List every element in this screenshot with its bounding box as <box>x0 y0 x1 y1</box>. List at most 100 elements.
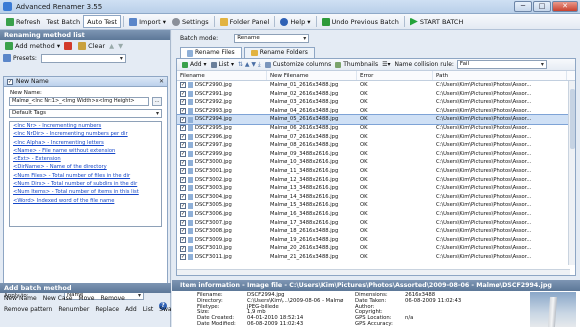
maximize-button[interactable]: □ <box>533 1 551 12</box>
row-checkbox[interactable]: ✓ <box>180 228 186 235</box>
remove-method-button[interactable] <box>62 41 76 52</box>
horizontal-scrollbar[interactable] <box>177 269 570 275</box>
tag-item[interactable]: <Ext> - Extension <box>10 155 161 163</box>
table-row[interactable]: ✓ DSCF2990.jpg Malmø_01_2616x3488.jpg OK C:\… <box>177 81 575 90</box>
refresh-button[interactable]: Refresh <box>3 15 44 28</box>
list-button[interactable]: List ▾ <box>209 60 236 70</box>
auto-test-toggle[interactable]: Auto Test <box>83 15 122 28</box>
batch-method-move[interactable]: Move <box>78 294 94 304</box>
tag-item[interactable]: <Inc NrDir> - Incrementing numbers per d… <box>10 130 161 138</box>
batch-method-add[interactable]: Add <box>125 305 137 315</box>
row-checkbox[interactable]: ✓ <box>180 245 186 252</box>
table-row[interactable]: ✓ DSCF3005.jpg Malmø_15_3488x2616.jpg OK C:\… <box>177 201 575 210</box>
table-row[interactable]: ✓ DSCF2992.jpg Malmø_03_2616x3488.jpg OK C:\… <box>177 98 575 107</box>
table-row[interactable]: ✓ DSCF2996.jpg Malmø_07_2616x3488.jpg OK C:\… <box>177 133 575 142</box>
method-title-bar[interactable]: ✓ New Name ✕ <box>4 77 167 87</box>
row-checkbox[interactable]: ✓ <box>180 82 186 89</box>
tags-dropdown[interactable]: Default Tags <box>9 109 162 118</box>
tab-rename-folders[interactable]: Rename Folders <box>243 47 315 58</box>
batch-method-new-name[interactable]: New Name <box>4 294 37 304</box>
move-up-button[interactable]: ▲ <box>107 41 116 52</box>
minimize-button[interactable]: ─ <box>514 1 532 12</box>
clear-button[interactable]: Clear <box>76 41 107 52</box>
row-checkbox[interactable]: ✓ <box>180 219 186 226</box>
settings-button[interactable]: Settings <box>169 15 212 28</box>
sort-button[interactable]: ⇅ ▲ ▼ ⤓ <box>236 60 263 70</box>
help-menu-button[interactable]: Help ▾ <box>277 15 313 28</box>
column-error[interactable]: Error <box>357 71 433 80</box>
batch-method-replace[interactable]: Replace <box>95 305 119 315</box>
batch-method-remove-pattern[interactable]: Remove pattern <box>4 305 52 315</box>
tag-item[interactable]: <Word> Indexed word of the file name <box>10 197 161 205</box>
tag-item[interactable]: <Inc Nr> - Incrementing numbers <box>10 122 161 130</box>
table-row[interactable]: ✓ DSCF2991.jpg Malmø_02_2616x3488.jpg OK C:\… <box>177 90 575 99</box>
tag-item[interactable]: <DirName> - Name of the directory <box>10 163 161 171</box>
table-row[interactable]: ✓ DSCF3007.jpg Malmø_17_3488x2616.jpg OK C:\… <box>177 219 575 228</box>
browse-button[interactable]: ... <box>152 97 162 106</box>
row-checkbox[interactable]: ✓ <box>180 116 186 123</box>
row-checkbox[interactable]: ✓ <box>180 142 186 149</box>
add-method-button[interactable]: Add method ▾ <box>3 41 62 52</box>
row-checkbox[interactable]: ✓ <box>180 159 186 166</box>
row-checkbox[interactable]: ✓ <box>180 185 186 192</box>
batch-method-remove[interactable]: Remove <box>100 294 124 304</box>
vertical-scrollbar[interactable] <box>568 81 575 265</box>
table-row[interactable]: ✓ DSCF3004.jpg Malmø_14_3488x2616.jpg OK C:\… <box>177 193 575 202</box>
method-enabled-checkbox[interactable]: ✓ <box>7 78 13 85</box>
column-filename[interactable]: Filename <box>177 71 267 80</box>
thumbnails-button[interactable]: Thumbnails <box>333 60 380 70</box>
row-checkbox[interactable]: ✓ <box>180 254 186 261</box>
row-checkbox[interactable]: ✓ <box>180 202 186 209</box>
row-checkbox[interactable]: ✓ <box>180 90 186 97</box>
table-row[interactable]: ✓ DSCF3011.jpg Malmø_21_2616x3488.jpg OK C:\… <box>177 253 575 262</box>
table-row[interactable]: ✓ DSCF2995.jpg Malmø_06_2616x3488.jpg OK C:\… <box>177 124 575 133</box>
table-row[interactable]: ✓ DSCF2999.jpg Malmø_09_3488x2616.jpg OK C:\… <box>177 150 575 159</box>
move-down-button[interactable]: ▼ <box>116 41 125 52</box>
row-checkbox[interactable]: ✓ <box>180 176 186 183</box>
row-checkbox[interactable]: ✓ <box>180 133 186 140</box>
row-checkbox[interactable]: ✓ <box>180 211 186 218</box>
test-batch-button[interactable]: Test Batch <box>44 15 84 28</box>
column-new-filename[interactable]: New Filename <box>267 71 357 80</box>
tag-item[interactable]: <Num Files> - Total number of files in t… <box>10 172 161 180</box>
folder-panel-button[interactable]: Folder Panel <box>217 15 273 28</box>
scrollbar-thumb[interactable] <box>570 89 575 149</box>
table-row[interactable]: ✓ DSCF2997.jpg Malmø_08_2616x3488.jpg OK C:\… <box>177 141 575 150</box>
row-checkbox[interactable]: ✓ <box>180 236 186 243</box>
add-files-button[interactable]: Add ▾ <box>180 60 209 70</box>
table-row[interactable]: ✓ DSCF3008.jpg Malmø_18_2616x3488.jpg OK C:\… <box>177 227 575 236</box>
table-row[interactable]: ✓ DSCF2994.jpg Malmø_05_2616x3488.jpg OK C:\… <box>177 114 575 125</box>
row-checkbox[interactable]: ✓ <box>180 168 186 175</box>
table-row[interactable]: ✓ DSCF3010.jpg Malmø_20_2616x3488.jpg OK C:\… <box>177 244 575 253</box>
row-checkbox[interactable]: ✓ <box>180 125 186 132</box>
table-row[interactable]: ✓ DSCF3006.jpg Malmø_16_3488x2616.jpg OK C:\… <box>177 210 575 219</box>
start-batch-button[interactable]: START BATCH <box>407 15 467 28</box>
table-row[interactable]: ✓ DSCF3002.jpg Malmø_12_3488x2616.jpg OK C:\… <box>177 176 575 185</box>
view-options-button[interactable]: ☰▾ <box>380 60 392 70</box>
tag-item[interactable]: <Num Dirs> - Total number of subdirs in … <box>10 180 161 188</box>
close-button[interactable]: ✕ <box>552 1 578 12</box>
remove-method-icon[interactable]: ✕ <box>159 78 164 85</box>
table-row[interactable]: ✓ DSCF3000.jpg Malmø_10_3488x2616.jpg OK C:\… <box>177 158 575 167</box>
name-collision-dropdown[interactable]: Fail <box>456 60 547 69</box>
tag-item[interactable]: <Inc Alpha> - Incrementing letters <box>10 139 161 147</box>
presets-dropdown[interactable] <box>40 53 126 63</box>
column-path[interactable]: Path <box>433 71 567 80</box>
table-row[interactable]: ✓ DSCF3009.jpg Malmø_19_2616x3488.jpg OK C:\… <box>177 236 575 245</box>
table-row[interactable]: ✓ DSCF3003.jpg Malmø_13_3488x2616.jpg OK C:\… <box>177 184 575 193</box>
batch-method-renumber[interactable]: Renumber <box>58 305 89 315</box>
undo-previous-batch-button[interactable]: Undo Previous Batch <box>319 15 402 28</box>
import-button[interactable]: Import ▾ <box>126 15 169 28</box>
batch-method-new-case[interactable]: New Case <box>43 294 73 304</box>
new-name-input[interactable]: Malmø_<Inc Nr:1>_<Img Width>x<Img Height… <box>9 97 149 106</box>
row-checkbox[interactable]: ✓ <box>180 108 186 115</box>
batch-method-list[interactable]: List <box>143 305 154 315</box>
table-row[interactable]: ✓ DSCF3001.jpg Malmø_11_3488x2616.jpg OK C:\… <box>177 167 575 176</box>
batch-mode-dropdown[interactable]: Rename <box>234 34 310 43</box>
tag-item[interactable]: <Name> - File name without extension <box>10 147 161 155</box>
row-checkbox[interactable]: ✓ <box>180 194 186 201</box>
customize-columns-button[interactable]: Customize columns <box>263 60 334 70</box>
tab-rename-files[interactable]: Rename Files <box>180 47 242 58</box>
row-checkbox[interactable]: ✓ <box>180 151 186 158</box>
row-checkbox[interactable]: ✓ <box>180 99 186 106</box>
